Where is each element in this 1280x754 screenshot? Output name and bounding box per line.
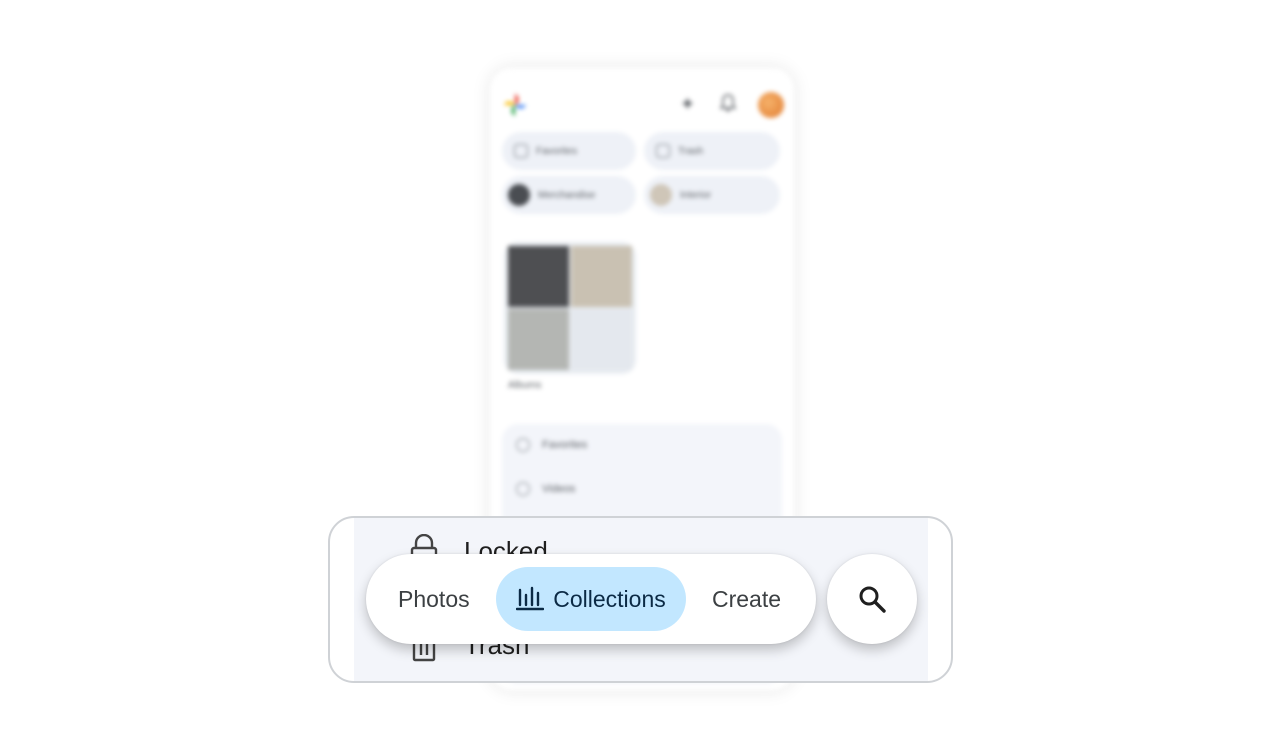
album-cover[interactable] <box>504 242 636 374</box>
album-photo <box>508 246 569 307</box>
chip-trash[interactable]: Trash <box>644 132 780 170</box>
chip-favorites[interactable]: Favorites <box>502 132 636 170</box>
album-thumbnail <box>650 184 672 206</box>
album-photo <box>571 246 632 307</box>
google-photos-logo <box>504 94 526 116</box>
chip-label: Interior <box>680 189 712 201</box>
chip-label: Trash <box>678 145 704 157</box>
bell-icon[interactable] <box>720 94 736 112</box>
tab-photos[interactable]: Photos <box>398 586 496 613</box>
album-photo <box>508 309 569 370</box>
albums-label: Albums <box>508 380 542 391</box>
list-item-label: Favorites <box>542 439 588 451</box>
chip-merchandise[interactable]: Merchandise <box>502 176 636 214</box>
collections-icon <box>516 586 545 611</box>
sparkle-icon[interactable]: ✦ <box>680 94 695 115</box>
magnified-inset: Locked Trash Photos Collections Create <box>328 516 953 683</box>
search-icon <box>859 586 886 613</box>
tab-label: Collections <box>553 585 666 612</box>
list-item-favorites[interactable]: Favorites <box>516 438 587 452</box>
chip-interior[interactable]: Interior <box>644 176 780 214</box>
star-icon <box>516 438 530 452</box>
play-icon <box>516 482 530 496</box>
tab-create[interactable]: Create <box>712 586 781 613</box>
search-button[interactable] <box>827 554 917 644</box>
album-photo <box>571 309 632 370</box>
trash-icon <box>656 144 670 158</box>
album-thumbnail <box>508 184 530 206</box>
chip-label: Merchandise <box>538 189 596 201</box>
chip-label: Favorites <box>536 145 578 157</box>
avatar[interactable] <box>758 92 784 118</box>
list-item-videos[interactable]: Videos <box>516 482 575 496</box>
tab-collections[interactable]: Collections <box>496 567 686 631</box>
list-item-label: Videos <box>542 483 576 495</box>
star-icon <box>514 144 528 158</box>
bottom-navigation-bar: Photos Collections Create <box>366 554 816 644</box>
